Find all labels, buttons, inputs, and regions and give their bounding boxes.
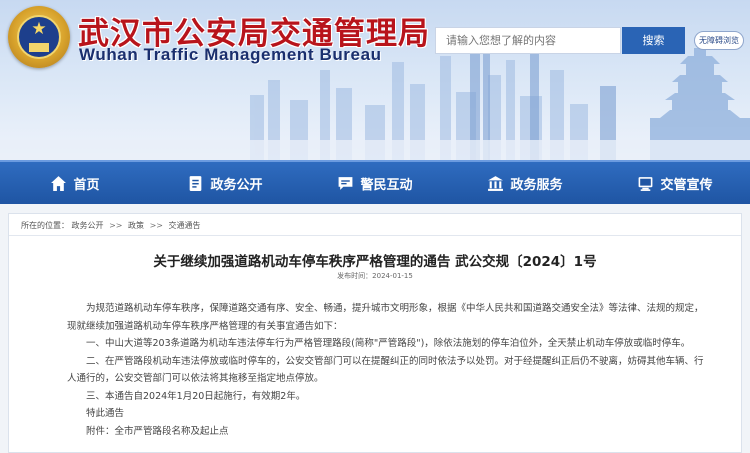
nav-item-label: 警民互动 (360, 177, 413, 193)
breadcrumb-link-traffic-notice[interactable]: 交通通告 (169, 221, 201, 230)
publish-date: 发布时间：2024-01-15 (337, 272, 413, 280)
nav-item-home[interactable]: 首页 (0, 162, 150, 204)
site-subtitle: Wuhan Traffic Management Bureau (79, 45, 382, 64)
article-paragraph: 一、中山大道等203条道路为机动车违法停车行为严格管理路段(简称"严管路段")，… (86, 338, 691, 349)
nav-item-government-affairs[interactable]: 政务公开 (150, 162, 300, 204)
breadcrumb-separator: >> (149, 221, 163, 230)
document-icon (190, 175, 202, 191)
accessibility-button[interactable]: 无障碍浏览 (694, 31, 744, 50)
article-paragraph: 二、在严管路段机动车违法停放或临时停车的，公安交管部门可以在提醒纠正的同时依法予… (67, 355, 704, 385)
chat-icon (339, 176, 353, 190)
breadcrumb: 所在的位置： 政务公开 >> 政策 >> 交通通告 (21, 220, 201, 231)
nav-item-label: 政务服务 (510, 177, 563, 193)
article-paragraph: 特此通告 (86, 408, 125, 419)
site-header: ★ 武汉市公安局交通管理局 Wuhan Traffic Management B… (0, 0, 750, 160)
home-icon (51, 175, 67, 191)
nav-item-government-services[interactable]: 政务服务 (450, 162, 600, 204)
breadcrumb-link-policy[interactable]: 政策 (128, 221, 144, 230)
breadcrumb-separator: >> (109, 221, 123, 230)
megaphone-icon (639, 176, 653, 191)
article-paragraph: 为规范道路机动车停车秩序，保障道路交通有序、安全、畅通，提升城市文明形象，根据《… (67, 303, 704, 332)
search-input[interactable] (435, 27, 621, 54)
attachment-link[interactable]: 附件：全市严管路段名称及起止点 (67, 423, 707, 441)
divider (9, 235, 741, 236)
breadcrumb-link-government-affairs[interactable]: 政务公开 (72, 221, 104, 230)
nav-item-traffic-publicity[interactable]: 交管宣传 (600, 162, 750, 204)
main-nav: 首页 政务公开 警民互动 政务服务 交管宣传 (0, 160, 750, 204)
nav-item-label: 交管宣传 (660, 177, 713, 193)
police-emblem-logo: ★ (8, 6, 70, 68)
nav-item-police-interaction[interactable]: 警民互动 (300, 162, 450, 204)
article-title: 关于继续加强道路机动车停车秩序严格管理的通告 武公交规〔2024〕1号 (153, 254, 597, 270)
nav-item-label: 政务公开 (210, 177, 263, 193)
search-button[interactable]: 搜索 (622, 27, 685, 54)
article-body: 为规范道路机动车停车秩序，保障道路交通有序、安全、畅通，提升城市文明形象，根据《… (67, 300, 707, 440)
breadcrumb-prefix: 所在的位置： (21, 221, 69, 230)
building-icon (488, 175, 504, 191)
nav-item-label: 首页 (73, 177, 100, 193)
article-paragraph: 三、本通告自2024年1月20日起施行，有效期2年。 (86, 390, 306, 402)
article-panel: 所在的位置： 政务公开 >> 政策 >> 交通通告 关于继续加强道路机动车停车秩… (8, 213, 742, 453)
